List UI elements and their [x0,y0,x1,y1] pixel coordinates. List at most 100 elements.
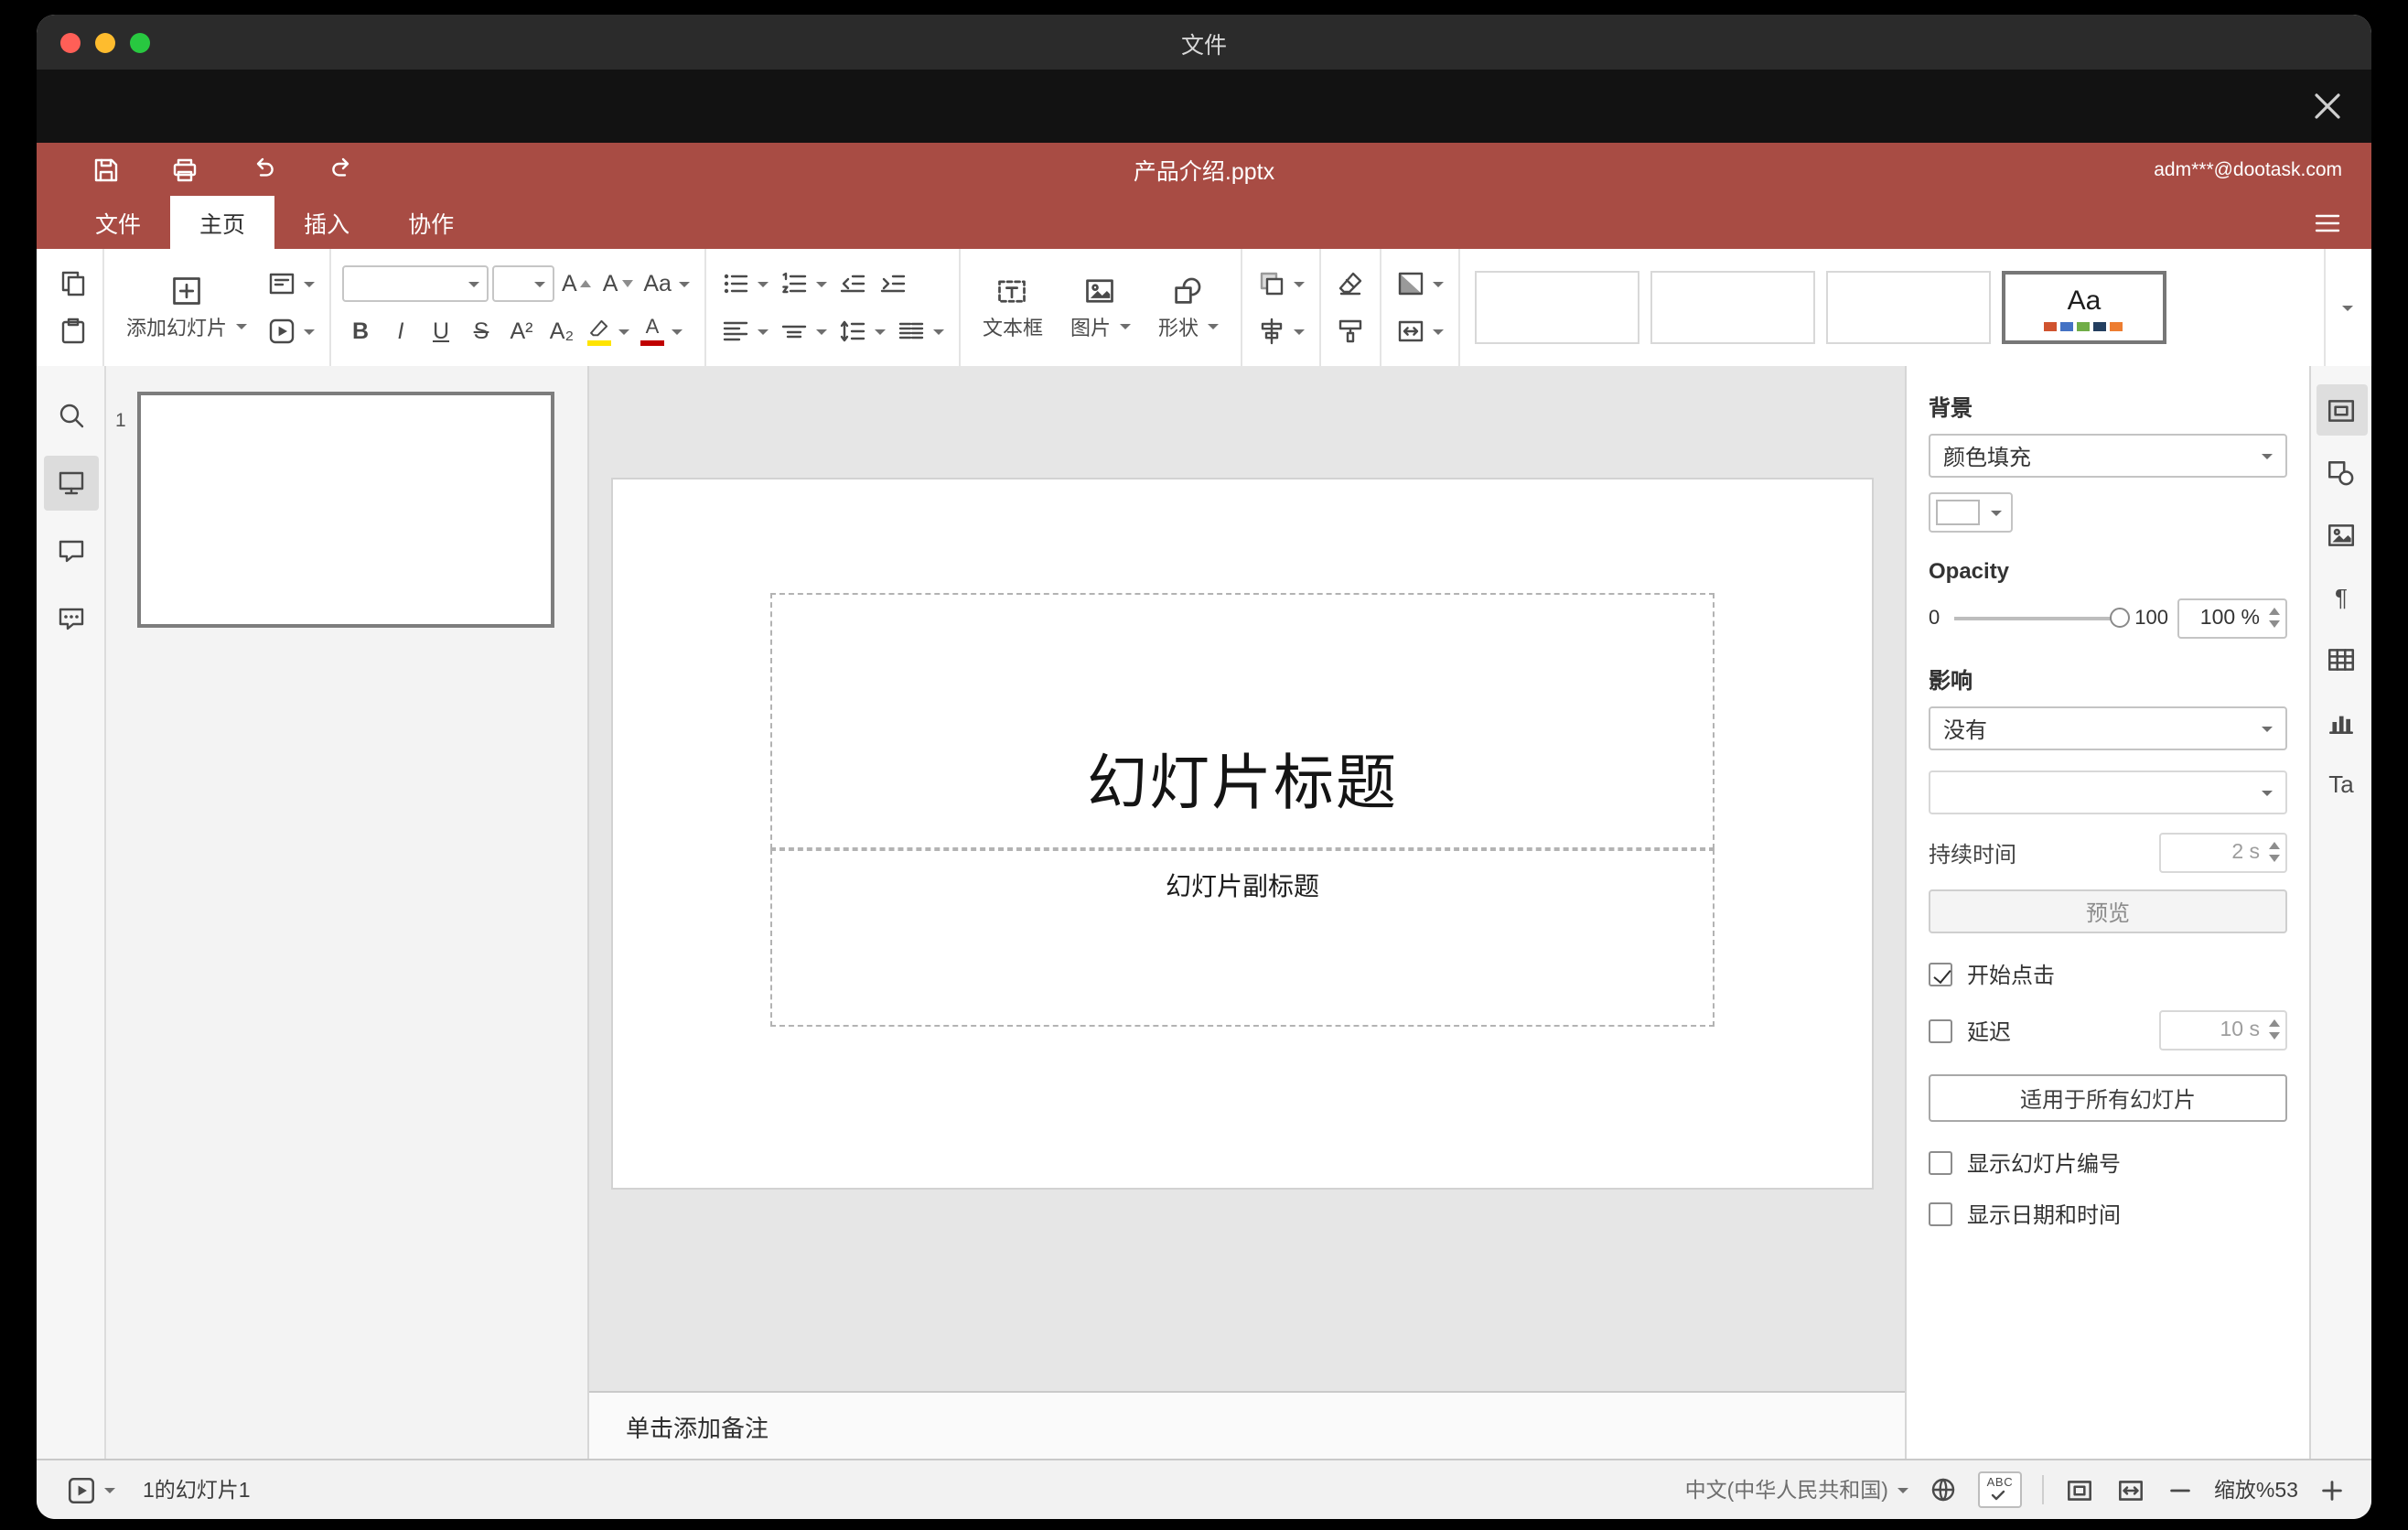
apply-to-all-button[interactable]: 适用于所有幻灯片 [1929,1074,2287,1122]
theme-option-1[interactable] [1474,271,1639,344]
font-size-combo[interactable] [492,265,554,302]
vertical-align-button[interactable] [776,311,831,351]
comments-panel-button[interactable] [43,523,98,578]
superscript-button[interactable]: A² [503,311,540,351]
copy-button[interactable] [55,264,91,304]
traffic-light-close[interactable] [60,32,81,52]
bullet-list-button[interactable] [717,264,772,304]
delay-input[interactable] [2161,1012,2285,1049]
spinner-icon[interactable] [2269,608,2280,628]
subtitle-placeholder[interactable]: 幻灯片副标题 [770,849,1715,1027]
start-on-click-checkbox[interactable] [1929,963,1952,986]
line-spacing-button[interactable] [834,311,889,351]
title-placeholder[interactable]: 幻灯片标题 [770,593,1715,849]
tab-home[interactable]: 主页 [170,196,275,249]
fit-slide-icon[interactable] [2064,1474,2095,1505]
strikethrough-button[interactable]: S [463,311,500,351]
language-label[interactable]: 中文(中华人民共和国) [1685,1475,1888,1504]
italic-button[interactable]: I [382,311,419,351]
slides-panel-button[interactable] [43,456,98,511]
highlight-color-button[interactable] [584,311,633,351]
theme-option-selected[interactable]: Aa [2001,271,2166,344]
home-toolbar: 添加幻灯片 A A Aa B I U S A² A₂ A 文本框 图片 形状 A… [37,249,2371,366]
bold-button[interactable]: B [342,311,379,351]
fill-type-dropdown[interactable]: 颜色填充 [1929,434,2287,478]
notes-area[interactable]: 单击添加备注 [589,1391,1905,1459]
traffic-light-zoom[interactable] [130,32,150,52]
search-panel-button[interactable] [43,388,98,443]
shape-settings-icon [2327,460,2354,485]
theme-option-2[interactable] [1650,271,1815,344]
effect-dropdown[interactable]: 没有 [1929,706,2287,750]
theme-gallery-expand-button[interactable] [2324,249,2364,366]
change-case-button[interactable]: Aa [640,264,693,304]
spinner-icon[interactable] [2269,842,2280,862]
copy-style-button[interactable] [1332,311,1369,351]
decrease-indent-button[interactable] [834,264,871,304]
subscript-button[interactable]: A₂ [543,311,580,351]
tab-collaboration[interactable]: 协作 [379,196,483,249]
insert-textbox-button[interactable]: 文本框 [972,260,1054,355]
delay-checkbox[interactable] [1929,1018,1952,1042]
horizontal-align-button[interactable] [717,311,772,351]
traffic-light-minimize[interactable] [95,32,115,52]
decrease-font-button[interactable]: A [599,264,637,304]
opacity-slider[interactable] [1954,608,2130,628]
effect-variant-dropdown[interactable] [1929,770,2287,814]
numbered-list-button[interactable] [776,264,831,304]
arrange-shapes-button[interactable] [1253,264,1308,304]
show-date-time-checkbox[interactable] [1929,1202,1952,1226]
start-slideshow-status-button[interactable] [62,1470,119,1510]
redo-icon[interactable] [328,155,357,184]
fit-width-icon[interactable] [2115,1474,2146,1505]
columns-button[interactable] [893,311,948,351]
slide-canvas[interactable]: 幻灯片标题 幻灯片副标题 [589,366,1905,1391]
color-scheme-button[interactable] [1392,264,1447,304]
align-shapes-button[interactable] [1253,311,1308,351]
slide-size-button[interactable] [1392,311,1447,351]
close-icon[interactable] [2313,92,2342,121]
insert-image-button[interactable]: 图片 [1059,260,1142,355]
tab-file[interactable]: 文件 [66,196,170,249]
font-color-button[interactable]: A [637,311,686,351]
theme-option-3[interactable] [1825,271,1991,344]
zoom-out-icon[interactable] [2166,1476,2194,1503]
add-slide-button[interactable]: 添加幻灯片 [115,260,258,355]
shape-settings-tab[interactable] [2316,447,2367,498]
chart-settings-tab[interactable] [2316,695,2367,747]
increase-indent-button[interactable] [875,264,911,304]
print-icon[interactable] [170,155,199,184]
save-icon[interactable] [91,155,121,184]
fill-color-dropdown[interactable] [1929,492,2013,533]
slide-surface[interactable]: 幻灯片标题 幻灯片副标题 [613,479,1872,1188]
slide-settings-tab[interactable] [2316,384,2367,436]
duration-input[interactable] [2161,835,2285,871]
slide-layout-button[interactable] [263,264,318,304]
undo-icon[interactable] [249,155,278,184]
textart-settings-tab[interactable]: Ta [2316,758,2367,809]
background-section-label: 背景 [1929,395,1973,421]
tab-insert[interactable]: 插入 [274,196,379,249]
font-name-combo[interactable] [342,265,489,302]
opacity-slider-knob[interactable] [2109,608,2130,628]
preview-button[interactable]: 预览 [1929,889,2287,933]
underline-button[interactable]: U [423,311,459,351]
show-slide-number-checkbox[interactable] [1929,1151,1952,1175]
chat-panel-button[interactable] [43,591,98,646]
zoom-in-icon[interactable] [2318,1476,2346,1503]
chevron-down-icon [304,281,315,286]
menu-icon[interactable] [2313,208,2342,237]
clear-style-button[interactable] [1332,264,1369,304]
comment-icon [58,540,83,563]
paragraph-settings-tab[interactable]: ¶ [2316,571,2367,622]
table-settings-tab[interactable] [2316,633,2367,684]
slide-thumbnail[interactable] [137,392,554,628]
insert-shape-button[interactable]: 形状 [1147,260,1230,355]
spellcheck-button[interactable]: ABC [1977,1471,2022,1508]
globe-icon[interactable] [1929,1475,1958,1504]
spinner-icon[interactable] [2269,1019,2280,1040]
paste-button[interactable] [55,311,91,351]
image-settings-tab[interactable] [2316,509,2367,560]
start-slideshow-button[interactable] [263,311,318,351]
increase-font-button[interactable]: A [558,264,596,304]
